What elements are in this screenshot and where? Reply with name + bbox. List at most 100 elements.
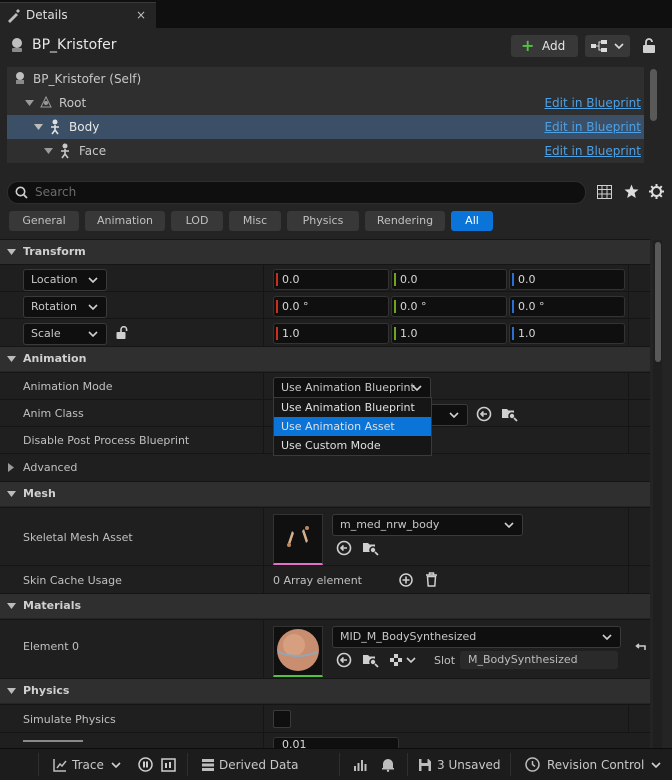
property-row-partial: 0.01 (0, 732, 650, 749)
collapse-arrow-icon (7, 688, 16, 694)
tree-label: Face (79, 144, 107, 158)
edit-in-blueprint-link[interactable]: Edit in Blueprint (544, 120, 641, 134)
collapse-arrow-icon[interactable] (25, 100, 34, 106)
animation-mode-combo[interactable]: Use Animation Blueprint (273, 377, 431, 399)
filter-lod[interactable]: LOD (171, 211, 223, 231)
derived-data-menu[interactable]: Derived Data (219, 758, 298, 772)
slot-value: M_BodySynthesized (468, 653, 578, 666)
value: 0.0 ° (282, 300, 309, 313)
unsaved-button[interactable]: 3 Unsaved (437, 758, 501, 772)
favorite-star-icon[interactable] (624, 184, 639, 199)
simulate-physics-checkbox[interactable] (273, 710, 291, 728)
use-selected-arrow-icon[interactable] (336, 540, 352, 556)
tree-row-self[interactable]: BP_Kristofer (Self) (7, 67, 644, 91)
skeletal-mesh-thumbnail[interactable] (273, 514, 323, 565)
browse-folder-icon[interactable] (362, 540, 379, 556)
trace-menu[interactable]: Trace (72, 758, 104, 772)
lock-icon[interactable] (642, 38, 656, 54)
filter-rendering[interactable]: Rendering (365, 211, 445, 231)
revision-control-menu[interactable]: Revision Control (547, 758, 644, 772)
browse-folder-icon[interactable] (501, 406, 518, 422)
tree-row-body[interactable]: Body Edit in Blueprint (7, 115, 644, 139)
property-row-scale: Scale 1.0 1.0 1.0 (0, 318, 650, 346)
edit-in-blueprint-link[interactable]: Edit in Blueprint (544, 144, 641, 158)
dropdown-option[interactable]: Use Custom Mode (274, 436, 431, 455)
dropdown-option-highlighted[interactable]: Use Animation Asset (274, 417, 431, 436)
expand-arrow-icon (8, 463, 14, 472)
chevron-down-icon (449, 412, 459, 418)
rotation-x-field[interactable]: 0.0 ° (273, 296, 389, 317)
trash-icon[interactable] (425, 572, 438, 587)
tab-details[interactable]: Details × (0, 2, 156, 29)
section-animation[interactable]: Animation (0, 346, 650, 371)
filter-all[interactable]: All (451, 211, 493, 231)
section-transform[interactable]: Transform (0, 239, 650, 264)
checker-texture-icon[interactable] (390, 653, 416, 667)
tree-row-face[interactable]: Face Edit in Blueprint (7, 139, 644, 163)
section-title: Mesh (23, 487, 56, 500)
property-label: Disable Post Process Blueprint (23, 434, 190, 447)
unlock-ratio-icon[interactable] (116, 326, 129, 340)
add-component-button[interactable]: + Add (511, 35, 578, 57)
location-x-field[interactable]: 0.0 (273, 269, 389, 290)
skeletal-mesh-icon (48, 119, 62, 135)
section-mesh[interactable]: Mesh (0, 481, 650, 506)
cut-off-label (23, 740, 83, 742)
details-scrollbar[interactable] (655, 242, 661, 362)
combo-label: Rotation (31, 300, 78, 313)
location-y-field[interactable]: 0.0 (391, 269, 507, 290)
location-mode-combo[interactable]: Location (23, 269, 107, 291)
section-title: Transform (23, 245, 86, 258)
filter-physics[interactable]: Physics (287, 211, 359, 231)
scale-mode-combo[interactable]: Scale (23, 323, 107, 345)
section-physics[interactable]: Physics (0, 678, 650, 703)
rotation-z-field[interactable]: 0.0 ° (509, 296, 625, 317)
property-row-advanced[interactable]: Advanced (0, 453, 650, 481)
edit-in-blueprint-link[interactable]: Edit in Blueprint (544, 96, 641, 110)
dropdown-option[interactable]: Use Animation Blueprint (274, 398, 431, 417)
scale-z-field[interactable]: 1.0 (509, 323, 625, 344)
bell-icon[interactable] (381, 757, 395, 772)
actor-icon (13, 71, 27, 85)
blueprint-options-button[interactable] (585, 35, 630, 57)
activity-icon[interactable] (353, 758, 367, 772)
material-combo[interactable]: MID_M_BodySynthesized (332, 626, 621, 648)
filter-general[interactable]: General (9, 211, 79, 231)
status-bar: Trace Derived Data 3 Unsaved Revision Co… (0, 748, 672, 780)
filter-animation[interactable]: Animation (85, 211, 165, 231)
record-icon[interactable] (138, 757, 153, 772)
location-z-field[interactable]: 0.0 (509, 269, 625, 290)
reset-to-default-icon[interactable] (634, 643, 646, 655)
add-element-icon[interactable] (399, 573, 413, 587)
collapse-arrow-icon[interactable] (44, 148, 53, 154)
tree-label: Body (69, 120, 100, 134)
skeletal-mesh-combo[interactable]: m_med_nrw_body (332, 514, 523, 536)
table-view-icon[interactable] (597, 185, 612, 199)
combo-value: Use Animation Blueprint (281, 381, 415, 394)
scale-x-field[interactable]: 1.0 (273, 323, 389, 344)
add-label: Add (542, 39, 566, 53)
collapse-arrow-icon (7, 356, 16, 362)
value: 1.0 (400, 327, 418, 340)
actor-icon (9, 37, 25, 53)
material-thumbnail[interactable] (273, 626, 323, 677)
tree-scrollbar[interactable] (650, 69, 657, 121)
search-field[interactable]: Search (7, 181, 586, 204)
tree-row-root[interactable]: Root Edit in Blueprint (7, 91, 644, 115)
collapse-arrow-icon[interactable] (34, 124, 43, 130)
use-selected-arrow-icon[interactable] (336, 652, 352, 668)
filter-misc[interactable]: Misc (229, 211, 281, 231)
section-title: Physics (23, 684, 70, 697)
scale-y-field[interactable]: 1.0 (391, 323, 507, 344)
tree-label: BP_Kristofer (Self) (33, 72, 142, 86)
browse-folder-icon[interactable] (362, 652, 379, 668)
trace-icon (53, 758, 67, 772)
use-selected-arrow-icon[interactable] (476, 406, 492, 422)
rotation-y-field[interactable]: 0.0 ° (391, 296, 507, 317)
settings-gear-icon[interactable] (649, 184, 664, 199)
close-icon[interactable]: × (136, 8, 146, 22)
snapshot-icon[interactable] (161, 757, 176, 772)
chevron-down-icon (111, 762, 121, 768)
section-materials[interactable]: Materials (0, 593, 650, 618)
rotation-mode-combo[interactable]: Rotation (23, 296, 107, 318)
